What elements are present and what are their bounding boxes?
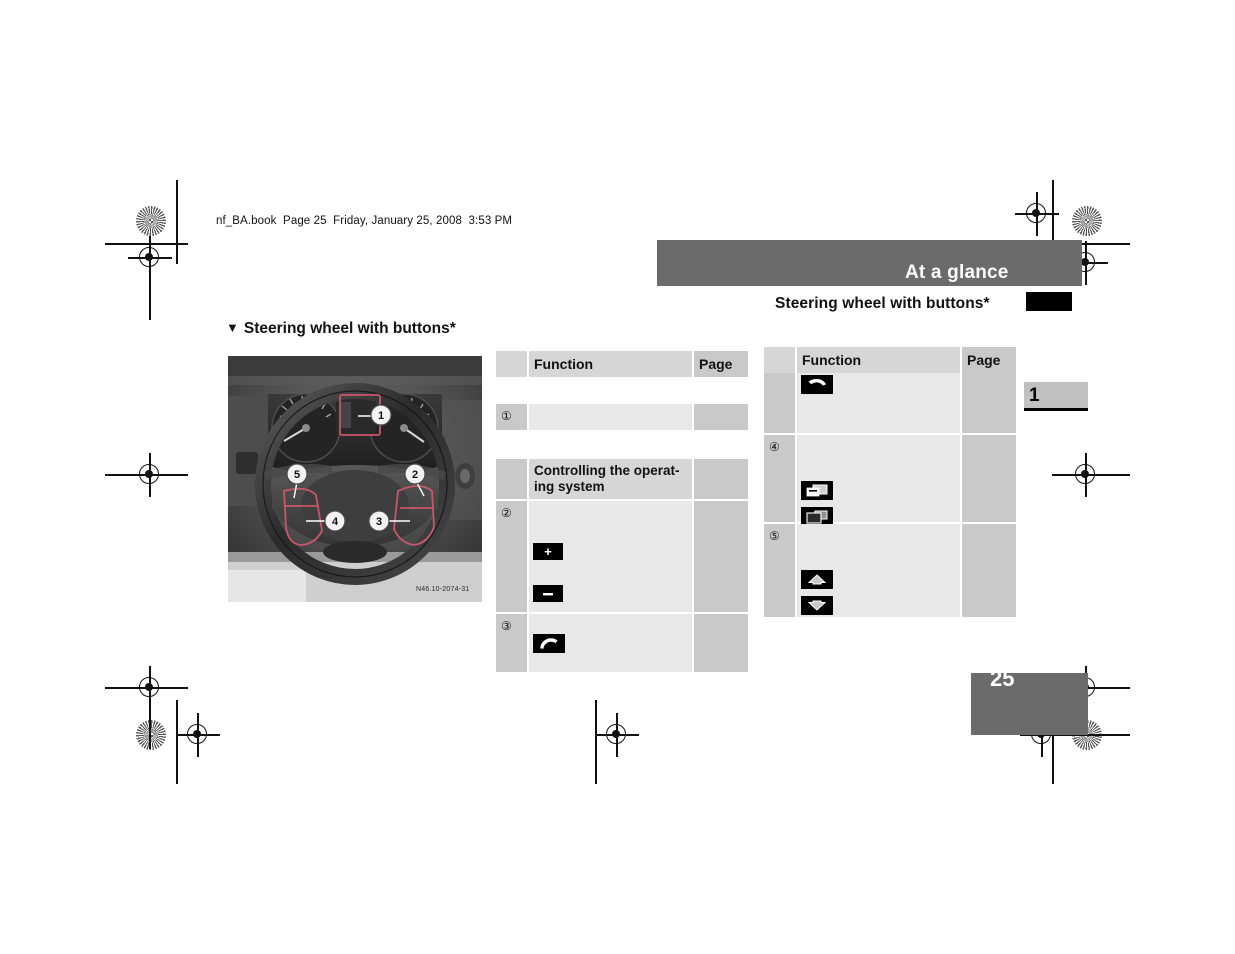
file-stamp: nf_BA.book Page 25 Friday, January 25, 2… — [216, 215, 513, 227]
row-function-cell-1 — [797, 373, 960, 433]
star-target-bottom-left — [136, 720, 166, 750]
page-title: ▼ Steering wheel with buttons* — [226, 320, 456, 338]
row-number-cell-1: ① — [496, 404, 527, 430]
row-number-cell-2: ④ — [764, 435, 795, 522]
scroll-up-key-icon — [801, 570, 833, 589]
end-call-key-icon — [801, 375, 833, 394]
manual-page: nf_BA.book Page 25 Friday, January 25, 2… — [0, 0, 1235, 954]
trim-line-low-left-h — [105, 687, 188, 689]
row-function-cell-3: + — [529, 501, 692, 612]
running-head-title: At a glance — [905, 262, 1009, 283]
row-page-cell-4 — [694, 614, 748, 672]
steering-wheel-figure: 1 2 3 4 5 N46.10-2074-31 — [228, 356, 482, 602]
star-target-top-right — [1072, 206, 1102, 236]
svg-text:2: 2 — [412, 469, 418, 481]
svg-text:4: 4 — [332, 516, 339, 528]
registration-mark-bottom-left — [176, 713, 220, 757]
row-page-cell-3 — [694, 501, 748, 612]
registration-mark-bottom-center — [595, 713, 639, 757]
svg-text:1: 1 — [378, 410, 384, 422]
header-label-page: Page — [967, 352, 1001, 368]
row-function-cell-2 — [797, 435, 960, 526]
header-label-page: Page — [699, 356, 733, 372]
volume-down-key-icon — [533, 585, 563, 602]
row-page-cell-2 — [962, 435, 1016, 522]
row-page-cell-1 — [962, 373, 1016, 433]
row-number-cell-2 — [496, 459, 527, 499]
trim-line-top-left-v — [176, 180, 178, 264]
row-page-cell-3 — [962, 524, 1016, 617]
scroll-down-key-icon — [801, 596, 833, 615]
running-subhead: Steering wheel with buttons* — [775, 295, 990, 312]
row-function-cell-1 — [529, 404, 692, 430]
row-page-cell-1 — [694, 404, 748, 430]
table-row: ① — [496, 377, 748, 430]
folio-page-number: 25 — [990, 666, 1015, 691]
previous-screen-glyph — [806, 510, 828, 524]
callout-number-4: ④ — [769, 440, 780, 454]
arrow-up-glyph — [807, 574, 827, 585]
header-cell-function: Function — [529, 351, 692, 377]
table-header-row: Function Page — [496, 351, 748, 377]
accept-call-key-icon — [533, 634, 565, 653]
header-label-function: Function — [534, 356, 594, 372]
next-display-key-icon — [801, 481, 833, 500]
function-text-controlling-operating-system: Controlling the operat- ing system — [534, 463, 680, 494]
subhead-marker-block — [1026, 292, 1072, 311]
row-page-cell-2 — [694, 459, 748, 499]
callout-number-1: ① — [501, 409, 512, 423]
arrow-down-glyph — [807, 600, 827, 611]
row-number-cell-1 — [764, 373, 795, 433]
row-function-cell-4 — [529, 614, 692, 672]
left-function-table: Function Page ① Controlling the operat- … — [496, 351, 748, 672]
row-number-cell-4: ③ — [496, 614, 527, 672]
figure-caption: N46.10-2074-31 — [416, 586, 470, 593]
callout-number-5: ⑤ — [769, 529, 780, 543]
chapter-tab-number: 1 — [1029, 385, 1040, 406]
star-target-top-left — [136, 206, 166, 236]
trim-line-mid-right-h — [1052, 474, 1130, 476]
next-screen-glyph — [806, 484, 828, 496]
plus-glyph: + — [544, 544, 552, 559]
trim-line-upper-left-v — [149, 258, 151, 320]
svg-text:3: 3 — [376, 516, 382, 528]
volume-up-key-icon: + — [533, 543, 563, 560]
right-function-table: Function Page ④ ⑤ — [764, 347, 1016, 621]
header-label-function: Function — [802, 352, 862, 368]
trim-line-bottom-left-v — [176, 700, 178, 784]
steering-wheel-illustration: 1 2 3 4 5 — [228, 356, 482, 602]
section-heading-text: Steering wheel with buttons* — [243, 320, 456, 337]
chapter-tab-underline — [1024, 408, 1088, 411]
folio-block — [971, 673, 1088, 735]
row-number-cell-3: ⑤ — [764, 524, 795, 617]
section-marker-triangle-icon: ▼ — [226, 320, 239, 335]
row-function-cell-2: Controlling the operat- ing system — [529, 459, 692, 499]
minus-glyph — [543, 592, 553, 595]
callout-number-3: ③ — [501, 619, 512, 633]
trim-line-bottom-center-v — [595, 700, 597, 784]
svg-text:5: 5 — [294, 469, 300, 481]
running-head-band — [657, 240, 1082, 286]
phone-handset-up-glyph — [540, 637, 558, 649]
header-cell-page: Page — [962, 347, 1016, 373]
header-cell-number — [496, 351, 527, 377]
header-cell-function: Function — [797, 347, 960, 373]
trim-line-mid-left-h — [105, 474, 188, 476]
phone-handset-down-glyph — [808, 378, 826, 386]
callout-number-2: ② — [501, 506, 512, 520]
trim-line-lower-left-v — [149, 687, 151, 749]
row-number-cell-3: ② — [496, 501, 527, 612]
header-cell-page: Page — [694, 351, 748, 377]
header-cell-number — [764, 347, 795, 373]
row-function-cell-3 — [797, 524, 960, 617]
